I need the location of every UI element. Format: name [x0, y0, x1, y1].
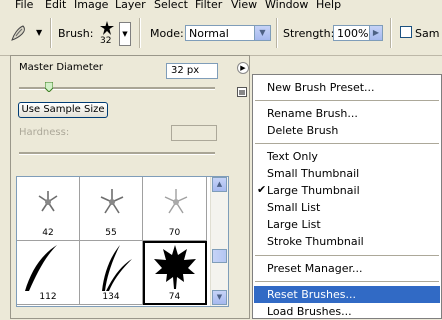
chevron-right-icon[interactable]: ▶ — [369, 26, 382, 40]
menu-item-reset-brushes[interactable]: Reset Brushes... — [254, 286, 440, 303]
brush-thumb-74-selected[interactable]: 74 — [143, 241, 207, 305]
menu-separator — [255, 143, 439, 144]
brush-size-value: 32 — [100, 36, 112, 46]
brush-thumb-70[interactable]: 70 — [143, 177, 207, 241]
brush-panel-context-menu: New Brush Preset... Rename Brush... Dele… — [252, 74, 442, 319]
tool-preset-arrow-icon[interactable]: ▼ — [36, 28, 42, 37]
brush-thumb-42[interactable]: 42 — [17, 177, 80, 241]
menu-file[interactable]: File — [15, 0, 33, 11]
menu-item-preset-manager[interactable]: Preset Manager... — [254, 260, 440, 277]
strength-label: Strength: — [283, 27, 335, 40]
hardness-slider — [19, 152, 215, 155]
menu-item-large-thumbnail[interactable]: Large Thumbnail — [254, 182, 440, 199]
menu-layer[interactable]: Layer — [115, 0, 146, 11]
options-bar: ▼ Brush: 32 ▼ Mode: Normal ▼ Strength: 1… — [0, 12, 442, 56]
hardness-input — [171, 125, 217, 141]
scrollbar-thumb[interactable] — [212, 249, 227, 263]
menu-separator — [255, 255, 439, 256]
master-diameter-input[interactable]: 32 px — [166, 63, 218, 79]
menu-item-new-brush-preset[interactable]: New Brush Preset... — [254, 79, 440, 96]
master-diameter-label: Master Diameter — [19, 62, 104, 73]
menu-item-delete-brush[interactable]: Delete Brush — [254, 122, 440, 139]
menu-bar: File Edit Image Layer Select Filter View… — [0, 0, 442, 12]
sample-all-layers-label: Sam — [415, 27, 440, 40]
brush-size-label: 134 — [102, 292, 120, 302]
menu-edit[interactable]: Edit — [45, 0, 66, 11]
scroll-down-icon[interactable]: ▼ — [212, 290, 227, 305]
panel-menu-arrow-icon[interactable]: ▶ — [237, 62, 249, 74]
menu-item-small-thumbnail[interactable]: Small Thumbnail — [254, 165, 440, 182]
menu-item-rename-brush[interactable]: Rename Brush... — [254, 105, 440, 122]
menu-help[interactable]: Help — [316, 0, 341, 11]
mode-label: Mode: — [150, 27, 184, 40]
brush-thumb-134[interactable]: 134 — [80, 241, 143, 305]
brush-size-label: 70 — [168, 228, 181, 238]
menu-item-large-list[interactable]: Large List — [254, 216, 440, 233]
chevron-down-icon[interactable]: ▼ — [254, 26, 270, 40]
brush-size-label: 112 — [39, 292, 57, 302]
brush-label: Brush: — [58, 27, 94, 40]
menu-separator — [255, 281, 439, 282]
strength-value: 100% — [337, 27, 369, 40]
menu-item-large-thumbnail-row[interactable]: ✔ Large Thumbnail — [254, 182, 440, 199]
scroll-up-icon[interactable]: ▲ — [212, 177, 227, 192]
sponge-tool-icon[interactable] — [8, 22, 30, 44]
menu-item-small-list[interactable]: Small List — [254, 199, 440, 216]
master-diameter-slider-thumb[interactable] — [44, 81, 54, 93]
strength-input[interactable]: 100% ▶ — [333, 25, 383, 41]
brush-size-label: 74 — [168, 292, 181, 302]
mode-select[interactable]: Normal ▼ — [185, 25, 271, 41]
mode-select-value: Normal — [189, 27, 229, 40]
brush-grid-scrollbar[interactable]: ▲ ▼ — [210, 177, 228, 306]
menu-view[interactable]: View — [231, 0, 257, 11]
brush-thumb-55[interactable]: 55 — [80, 177, 143, 241]
brush-thumb-112[interactable]: 112 — [17, 241, 80, 305]
menu-item-text-only[interactable]: Text Only — [254, 148, 440, 165]
brush-picker-panel: Master Diameter 32 px Use Sample Size Ha… — [10, 55, 250, 319]
brush-picker-dropdown-icon[interactable]: ▼ — [119, 22, 131, 46]
menu-item-stroke-thumbnail[interactable]: Stroke Thumbnail — [254, 233, 440, 250]
menu-separator — [255, 100, 439, 101]
menu-filter[interactable]: Filter — [195, 0, 222, 11]
sample-all-layers-checkbox[interactable] — [400, 26, 412, 38]
brush-size-label: 55 — [105, 228, 117, 238]
menu-item-load-brushes[interactable]: Load Brushes... — [254, 303, 440, 320]
brush-thumbnail-grid: 42 55 70 112 134 74 ▲ ▼ — [16, 176, 229, 307]
brush-preview-icon[interactable] — [98, 20, 116, 36]
menu-window[interactable]: Window — [265, 0, 308, 11]
brush-size-label: 42 — [42, 228, 54, 238]
use-sample-size-button[interactable]: Use Sample Size — [18, 102, 108, 118]
hardness-label: Hardness: — [19, 127, 70, 138]
menu-image[interactable]: Image — [74, 0, 108, 11]
create-new-preset-icon[interactable] — [237, 87, 247, 97]
menu-select[interactable]: Select — [154, 0, 188, 11]
